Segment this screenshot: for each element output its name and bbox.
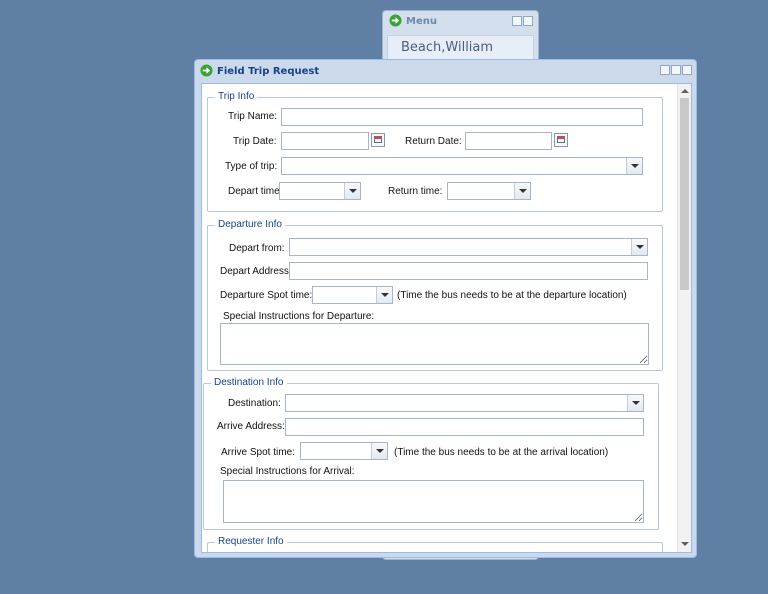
arrive-address-input[interactable] xyxy=(286,419,643,435)
depart-address-field[interactable] xyxy=(289,262,648,280)
depart-from-label: Depart from: xyxy=(229,243,285,254)
return-date-field[interactable] xyxy=(465,132,552,150)
departure-instructions-textarea[interactable] xyxy=(221,324,648,364)
chevron-down-icon[interactable] xyxy=(376,287,392,303)
depart-address-label: Depart Address: xyxy=(220,266,292,277)
arrival-instructions-field[interactable] xyxy=(223,480,644,523)
calendar-icon[interactable] xyxy=(371,133,385,147)
trip-date-label: Trip Date: xyxy=(233,136,277,147)
window-title: Field Trip Request xyxy=(217,66,320,77)
close-icon[interactable] xyxy=(523,16,533,26)
return-time-label: Return time: xyxy=(388,186,443,197)
arrive-spot-time-hint: (Time the bus needs to be at the arrival… xyxy=(394,447,609,458)
arrival-instructions-label: Special Instructions for Arrival: xyxy=(220,466,355,477)
user-name-item[interactable]: Beach,William xyxy=(387,35,534,61)
return-date-label: Return Date: xyxy=(405,136,462,147)
type-of-trip-select[interactable] xyxy=(281,157,643,175)
chevron-down-icon[interactable] xyxy=(514,183,530,199)
close-icon[interactable] xyxy=(682,65,692,75)
form-body: Trip Info Trip Name: Trip Date: Return D… xyxy=(201,83,692,553)
menu-window-header[interactable]: Menu xyxy=(383,11,538,33)
depart-time-label: Depart time: xyxy=(228,186,283,197)
scroll-down-arrow-icon[interactable] xyxy=(681,542,689,546)
trip-date-field[interactable] xyxy=(281,132,369,150)
departure-instructions-field[interactable] xyxy=(220,323,649,365)
trip-info-legend: Trip Info xyxy=(215,91,258,102)
chevron-down-icon[interactable] xyxy=(631,239,647,255)
go-arrow-icon xyxy=(389,14,402,27)
departure-instructions-label: Special Instructions for Departure: xyxy=(223,311,375,322)
menu-window-title: Menu xyxy=(406,16,437,27)
arrive-spot-time-label: Arrive Spot time: xyxy=(221,447,295,458)
scroll-up-arrow-icon[interactable] xyxy=(681,89,689,93)
destination-select[interactable] xyxy=(285,394,644,412)
maximize-icon[interactable] xyxy=(512,16,522,26)
minimize-icon[interactable] xyxy=(660,65,670,75)
trip-name-label: Trip Name: xyxy=(228,111,278,122)
depart-time-select[interactable] xyxy=(279,182,361,200)
arrive-spot-time-select[interactable] xyxy=(300,442,388,460)
field-trip-request-window[interactable]: Field Trip Request Trip Info Trip Name: … xyxy=(194,59,697,558)
vertical-scrollbar[interactable] xyxy=(677,84,691,552)
scrollbar-thumb[interactable] xyxy=(680,98,689,290)
arrival-instructions-textarea[interactable] xyxy=(224,481,643,522)
return-time-select[interactable] xyxy=(447,182,531,200)
maximize-icon[interactable] xyxy=(671,65,681,75)
destination-info-legend: Destination Info xyxy=(211,377,287,388)
trip-name-field[interactable] xyxy=(281,108,643,126)
departure-spot-time-select[interactable] xyxy=(312,286,393,304)
depart-address-input[interactable] xyxy=(290,263,647,279)
destination-label: Destination: xyxy=(228,398,281,409)
window-header[interactable]: Field Trip Request xyxy=(195,60,696,82)
depart-from-select[interactable] xyxy=(289,238,648,256)
trip-date-input[interactable] xyxy=(282,133,368,149)
chevron-down-icon[interactable] xyxy=(627,395,643,411)
type-of-trip-label: Type of trip: xyxy=(225,161,278,172)
requester-info-fieldset: Requester Info xyxy=(207,536,663,552)
calendar-icon[interactable] xyxy=(554,133,568,147)
chevron-down-icon[interactable] xyxy=(371,443,387,459)
departure-spot-time-hint: (Time the bus needs to be at the departu… xyxy=(397,290,627,301)
chevron-down-icon[interactable] xyxy=(344,183,360,199)
return-date-input[interactable] xyxy=(466,133,551,149)
arrive-address-field[interactable] xyxy=(285,418,644,436)
trip-name-input[interactable] xyxy=(282,109,642,125)
requester-info-legend: Requester Info xyxy=(215,536,287,547)
destination-info-fieldset: Destination Info Destination: Arrive Add… xyxy=(203,377,659,530)
go-arrow-icon xyxy=(200,64,213,77)
departure-info-legend: Departure Info xyxy=(215,219,285,230)
trip-info-fieldset: Trip Info Trip Name: Trip Date: Return D… xyxy=(207,91,663,212)
departure-spot-time-label: Departure Spot time: xyxy=(220,290,313,301)
departure-info-fieldset: Departure Info Depart from: Depart Addre… xyxy=(207,219,663,371)
chevron-down-icon[interactable] xyxy=(626,158,642,174)
arrive-address-label: Arrive Address: xyxy=(217,421,285,432)
